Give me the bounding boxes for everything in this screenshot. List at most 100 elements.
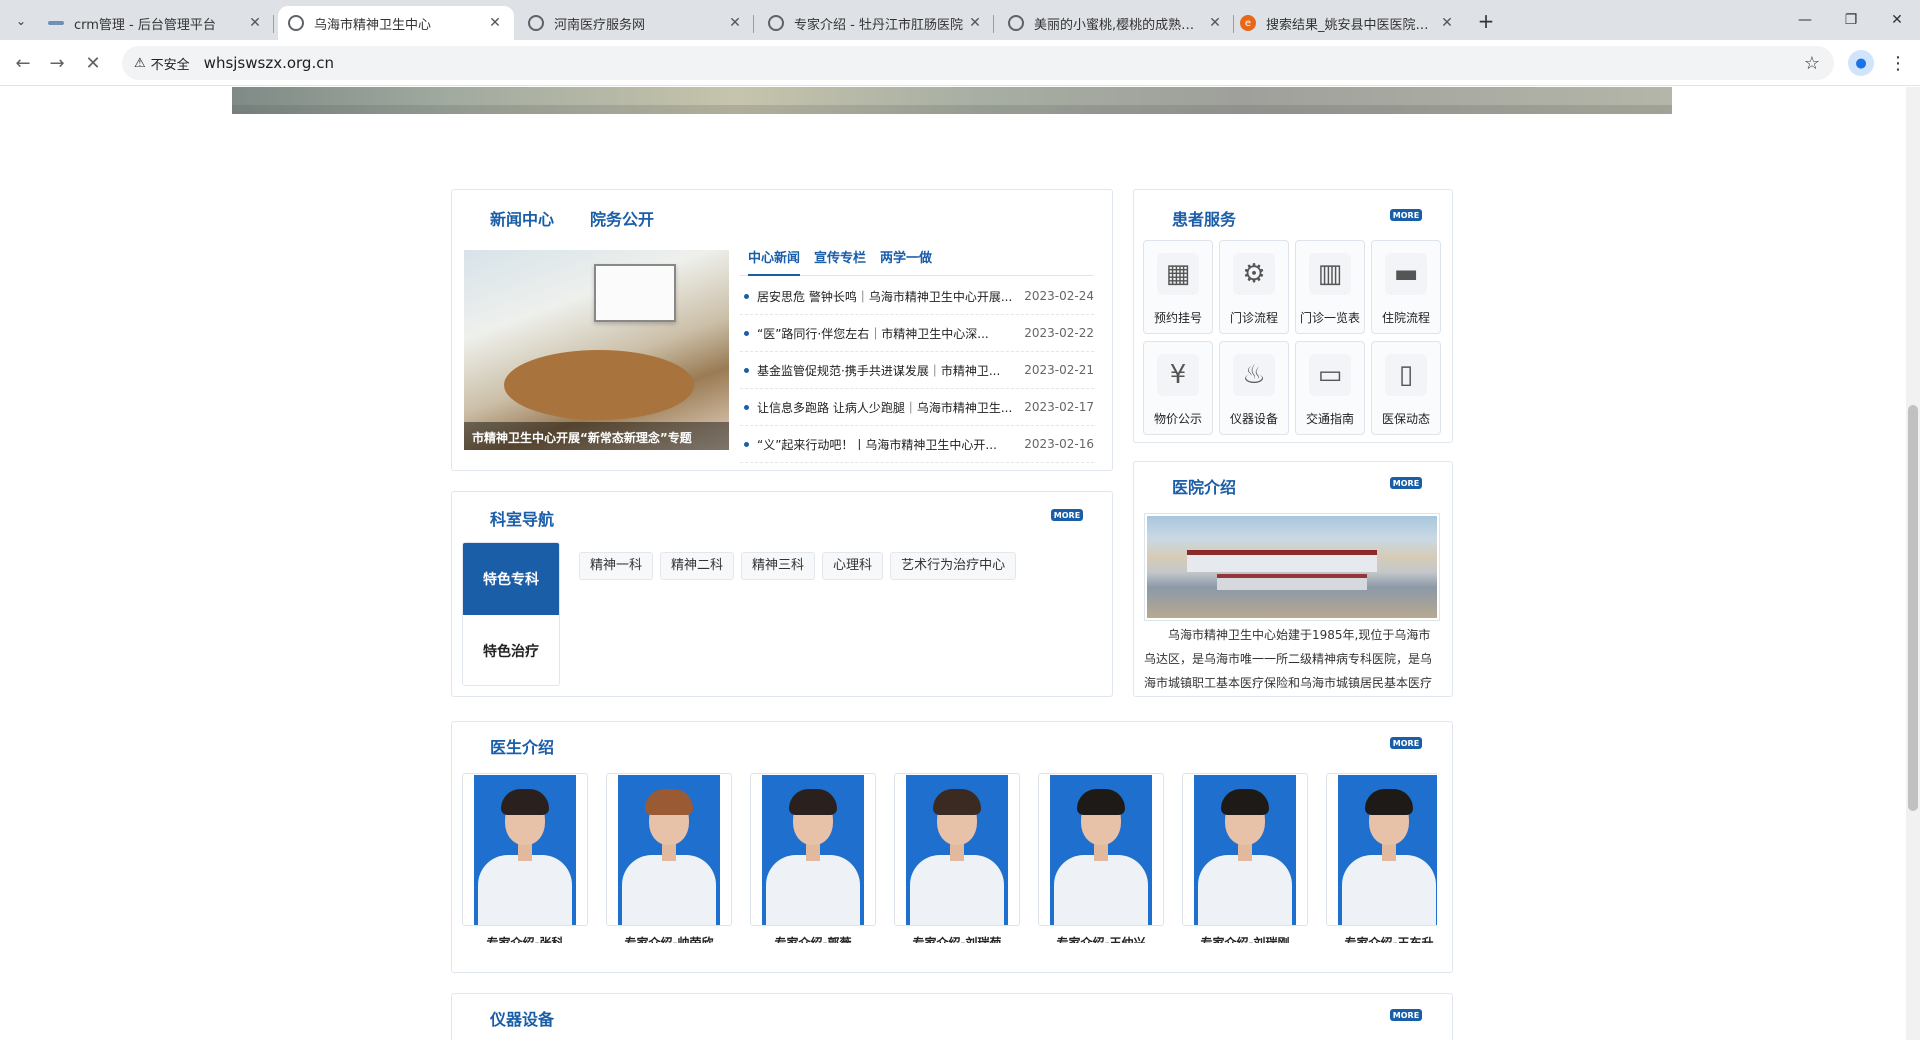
service-equipment[interactable]: ♨ 仪器设备 (1219, 341, 1289, 435)
doctor-name[interactable]: 专家介绍-王仲兴 (1038, 934, 1164, 943)
profile-avatar[interactable]: ● (1848, 50, 1874, 76)
doctor-name[interactable]: 专家介绍-刘瑞刚 (1182, 934, 1308, 943)
service-outpatient-process[interactable]: ⚙ 门诊流程 (1219, 240, 1289, 334)
neck (1238, 843, 1252, 861)
more-button[interactable]: MORE (1390, 477, 1422, 489)
departments-panel: 科室导航 MORE 特色专科 特色治疗 精神一科 精神二科 精神三科 心理科 艺… (451, 491, 1113, 697)
more-button[interactable]: MORE (1390, 209, 1422, 221)
service-price-list[interactable]: ¥ 物价公示 (1143, 341, 1213, 435)
tab-news-center[interactable]: 新闻中心 (490, 206, 554, 230)
doctor-photo[interactable] (462, 773, 588, 926)
news-item[interactable]: “医”路同行·伴您左右｜市精神卫生中心深... 2023-02-22 (740, 315, 1094, 352)
tab-peach[interactable]: 美丽的小蜜桃,樱桃的成熟时2,樱 ✕ (998, 6, 1234, 40)
subtab-center-news[interactable]: 中心新闻 (748, 248, 801, 276)
news-title[interactable]: 基金监管促规范·携手共进谋发展｜市精神卫... (757, 362, 1020, 379)
service-insurance-news[interactable]: ▯ 医保动态 (1371, 341, 1441, 435)
hair (501, 789, 549, 815)
doctor-photo[interactable] (750, 773, 876, 926)
close-icon[interactable]: ✕ (1438, 15, 1456, 31)
service-outpatient-list[interactable]: ▥ 门诊一览表 (1295, 240, 1365, 334)
close-icon[interactable]: ✕ (246, 15, 264, 31)
doctor-name[interactable]: 专家介绍-王东升 (1326, 934, 1437, 943)
department-tag[interactable]: 精神二科 (660, 552, 735, 580)
department-tag[interactable]: 精神三科 (741, 552, 816, 580)
department-tag[interactable]: 心理科 (822, 552, 884, 580)
tab-hospital-affairs[interactable]: 院务公开 (590, 206, 654, 230)
doctor-photo[interactable] (1326, 773, 1437, 926)
forward-button[interactable]: → (42, 48, 72, 78)
restore-button[interactable]: ❐ (1828, 6, 1874, 34)
close-icon[interactable]: ✕ (726, 15, 744, 31)
doctor-card[interactable]: 专家介绍-郭薇 (750, 773, 876, 943)
news-list: 居安思危 警钟长鸣｜乌海市精神卫生中心开展... 2023-02-24 “医”路同… (740, 278, 1094, 463)
service-traffic-guide[interactable]: ▭ 交通指南 (1295, 341, 1365, 435)
tab-search-result[interactable]: e 搜索结果_姚安县中医医院官方网 ✕ (1230, 6, 1466, 40)
tab-featured-specialty[interactable]: 特色专科 (463, 543, 559, 615)
browser-e-icon: e (1240, 15, 1256, 31)
close-icon[interactable]: ✕ (1206, 15, 1224, 31)
department-tag[interactable]: 精神一科 (579, 552, 654, 580)
doctor-card[interactable]: 专家介绍-王仲兴 (1038, 773, 1164, 943)
news-title[interactable]: 居安思危 警钟长鸣｜乌海市精神卫生中心开展... (757, 288, 1020, 305)
tab-search-button[interactable]: ⌄ (8, 8, 34, 34)
scrollbar[interactable] (1906, 87, 1920, 1040)
new-tab-button[interactable]: + (1472, 8, 1500, 34)
doctor-card[interactable]: 专家介绍-帅荣欣 (606, 773, 732, 943)
tab-active-whsjswszx[interactable]: 乌海市精神卫生中心 ✕ (278, 6, 514, 40)
tab-crm[interactable]: crm管理 - 后台管理平台 ✕ (38, 6, 274, 40)
stop-loading-button[interactable]: ✕ (78, 48, 108, 78)
browser-menu-button[interactable]: ⋮ (1888, 50, 1908, 76)
more-button[interactable]: MORE (1390, 1009, 1422, 1021)
url-text[interactable]: whsjswszx.org.cn (204, 54, 334, 72)
doctor-card[interactable]: 专家介绍-刘瑞菊 (894, 773, 1020, 943)
more-button[interactable]: MORE (1390, 737, 1422, 749)
doctor-name[interactable]: 专家介绍-郭薇 (750, 934, 876, 943)
doctor-photo[interactable] (1182, 773, 1308, 926)
doctor-name[interactable]: 专家介绍-张科 (462, 934, 588, 943)
news-image-caption[interactable]: 市精神卫生中心开展“新常态新理念”专题 (464, 422, 729, 450)
loading-globe-icon (288, 15, 304, 31)
close-icon: ✕ (85, 52, 101, 74)
address-bar[interactable]: ⚠ 不安全 whsjswszx.org.cn ☆ (122, 46, 1834, 80)
minimize-button[interactable]: — (1782, 6, 1828, 34)
doctor-portrait (618, 775, 720, 925)
doctor-name[interactable]: 专家介绍-刘瑞菊 (894, 934, 1020, 943)
news-feature-image[interactable]: 市精神卫生中心开展“新常态新理念”专题 (464, 250, 729, 450)
news-item[interactable]: “义”起来行动吧！丨乌海市精神卫生中心开... 2023-02-16 (740, 426, 1094, 463)
tab-mudanjiang[interactable]: 专家介绍 - 牡丹江市肛肠医院 ✕ (758, 6, 994, 40)
news-item[interactable]: 居安思危 警钟长鸣｜乌海市精神卫生中心开展... 2023-02-24 (740, 278, 1094, 315)
doctor-card[interactable]: 专家介绍-王东升 (1326, 773, 1437, 943)
hero-banner-image (232, 87, 1672, 114)
bookmark-star-icon[interactable]: ☆ (1804, 53, 1820, 74)
doctor-photo[interactable] (606, 773, 732, 926)
neck (1094, 843, 1108, 861)
subtab-publicity[interactable]: 宣传专栏 (814, 248, 866, 276)
doctor-card[interactable]: 专家介绍-刘瑞刚 (1182, 773, 1308, 943)
hair (789, 789, 837, 815)
hospital-photo[interactable] (1144, 513, 1440, 621)
news-item[interactable]: 基金监管促规范·携手共进谋发展｜市精神卫... 2023-02-21 (740, 352, 1094, 389)
news-title[interactable]: 让信息多跑路 让病人少跑腿｜乌海市精神卫生... (757, 399, 1020, 416)
doctor-photo[interactable] (894, 773, 1020, 926)
news-item[interactable]: 让信息多跑路 让病人少跑腿｜乌海市精神卫生... 2023-02-17 (740, 389, 1094, 426)
service-inpatient-process[interactable]: ▬ 住院流程 (1371, 240, 1441, 334)
doctor-photo[interactable] (1038, 773, 1164, 926)
doctor-name[interactable]: 专家介绍-帅荣欣 (606, 934, 732, 943)
security-indicator[interactable]: ⚠ 不安全 (134, 54, 190, 73)
scrollbar-thumb[interactable] (1908, 405, 1918, 811)
tab-henan[interactable]: 河南医疗服务网 ✕ (518, 6, 754, 40)
subtab-two-studies[interactable]: 两学一做 (880, 248, 932, 276)
service-appointment[interactable]: ▦ 预约挂号 (1143, 240, 1213, 334)
tab-featured-treatment[interactable]: 特色治疗 (463, 615, 559, 685)
back-button[interactable]: ← (8, 48, 38, 78)
close-icon[interactable]: ✕ (966, 15, 984, 31)
close-icon[interactable]: ✕ (486, 15, 504, 31)
doctor-card[interactable]: 专家介绍-张科 (462, 773, 588, 943)
window-close-button[interactable]: ✕ (1874, 6, 1920, 34)
more-button[interactable]: MORE (1051, 509, 1083, 521)
close-icon: ✕ (1891, 12, 1903, 28)
news-title[interactable]: “医”路同行·伴您左右｜市精神卫生中心深... (757, 325, 1020, 342)
news-title[interactable]: “义”起来行动吧！丨乌海市精神卫生中心开... (757, 436, 1020, 453)
department-tag[interactable]: 艺术行为治疗中心 (890, 552, 1017, 580)
globe-icon (1008, 15, 1024, 31)
